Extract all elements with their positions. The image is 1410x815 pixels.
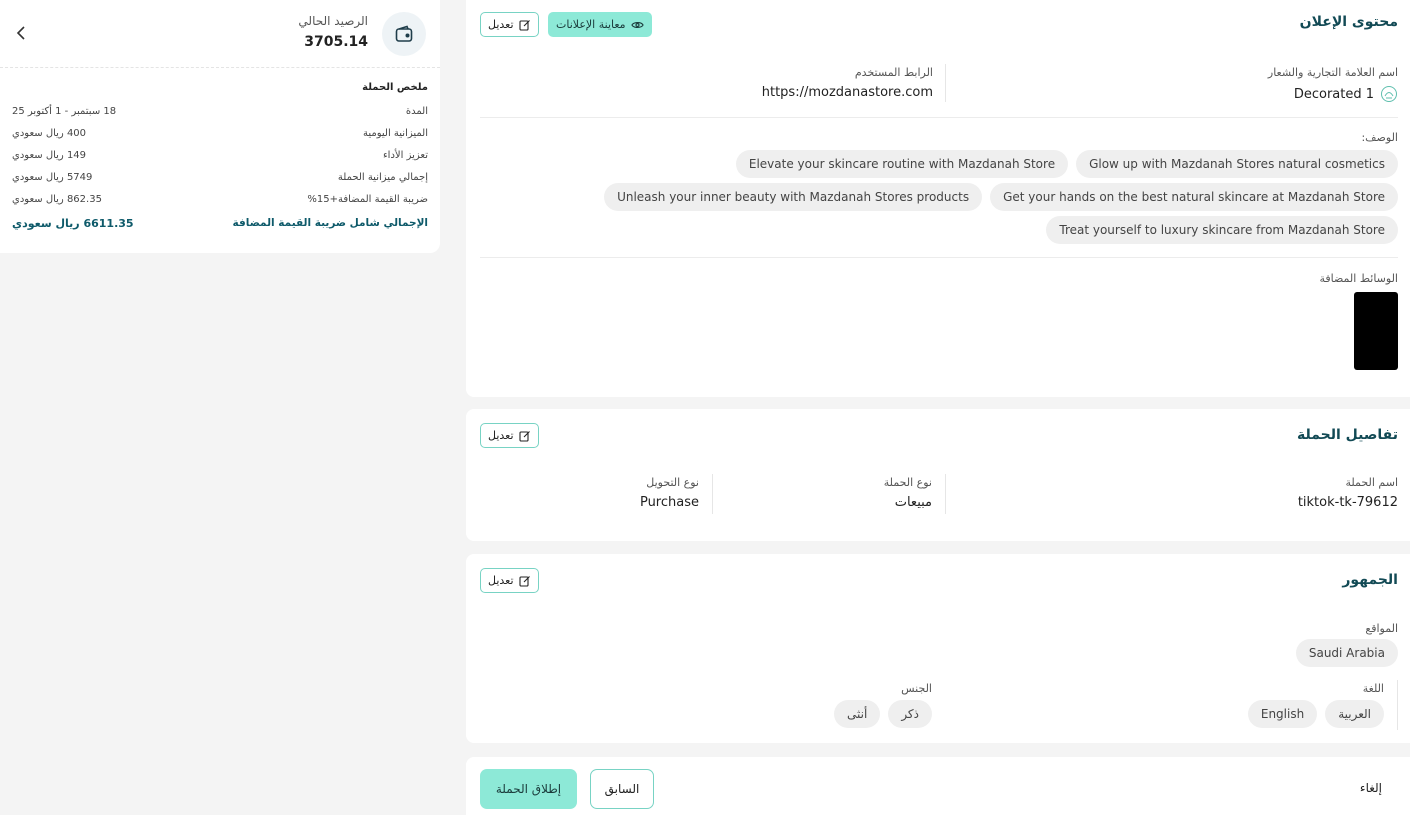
audience-title: الجمهور	[1342, 572, 1398, 588]
media-thumbnail[interactable]	[1354, 292, 1398, 370]
summary-row-value: 18 سبتمبر - 1 أكتوبر 25	[12, 105, 117, 117]
media-label: الوسائط المضافة	[1319, 272, 1398, 285]
description-chips-row: Glow up with Mazdanah Stores natural cos…	[735, 150, 1398, 178]
edit-audience-button[interactable]: تعديل	[480, 568, 539, 593]
language-chip: العربية	[1325, 700, 1384, 728]
eye-icon	[630, 21, 644, 28]
url-value: https://mozdanastore.com	[761, 85, 933, 100]
footer-actions: إلغاء السابق إطلاق الحملة	[466, 757, 1410, 815]
divider	[480, 257, 1398, 258]
divider	[1397, 680, 1398, 730]
gender-chip: أنثى	[834, 700, 881, 728]
campaign-type-label: نوع الحملة	[883, 476, 932, 489]
language-chips: العربية English	[1247, 700, 1384, 728]
summary-row: الميزانية اليومية 400 ريال سعودي	[12, 122, 428, 144]
divider	[945, 474, 946, 514]
gender-chips: ذكر أنثى	[834, 700, 932, 728]
summary-row: تعزيز الأداء 149 ريال سعودي	[12, 144, 428, 166]
description-chip: Get your hands on the best natural skinc…	[990, 183, 1398, 211]
brand-logo-icon	[1381, 86, 1397, 102]
summary-total: الإجمالي شامل ضريبة القيمة المضافة 6611.…	[12, 217, 428, 230]
summary-row: المدة 18 سبتمبر - 1 أكتوبر 25	[12, 100, 428, 122]
summary-row-label: المدة	[405, 105, 428, 117]
balance-row: الرصيد الحالي 3705.14	[0, 0, 440, 68]
conversion-type-field: نوع التحويل Purchase	[640, 476, 699, 510]
summary-row-label: إجمالي ميزانية الحملة	[337, 171, 428, 183]
description-chip: Elevate your skincare routine with Mazda…	[735, 150, 1069, 178]
brand-field: اسم العلامة التجارية والشعار Decorated 1	[1268, 66, 1398, 103]
edit-icon	[518, 19, 530, 31]
gender-chip: ذكر	[888, 700, 932, 728]
brand-label: اسم العلامة التجارية والشعار	[1267, 66, 1398, 79]
divider	[712, 474, 713, 514]
language-chip: English	[1247, 700, 1318, 728]
edit-icon	[518, 575, 530, 587]
summary-row-value: 862.35 ريال سعودي	[12, 193, 102, 205]
campaign-details-card: تفاصيل الحملة تعديل اسم الحملة tiktok-tk…	[466, 409, 1410, 541]
description-chip: Unleash your inner beauty with Mazdanah …	[604, 183, 983, 211]
description-chips-row: Treat yourself to luxury skincare from M…	[1046, 216, 1398, 244]
language-label: اللغة	[1362, 682, 1384, 695]
description-chip: Treat yourself to luxury skincare from M…	[1046, 216, 1398, 244]
chevron-left-icon[interactable]	[12, 24, 30, 42]
description-chip: Glow up with Mazdanah Stores natural cos…	[1076, 150, 1398, 178]
description-chips-row: Get your hands on the best natural skinc…	[604, 183, 1398, 211]
locations-chips: Saudi Arabia	[1295, 639, 1398, 667]
summary-row-value: 5749 ريال سعودي	[12, 171, 93, 183]
edit-label: تعديل	[488, 429, 514, 442]
summary-row-label: تعزيز الأداء	[382, 149, 428, 161]
campaign-type-value: مبيعات	[894, 495, 932, 510]
location-chip: Saudi Arabia	[1295, 639, 1398, 667]
summary-total-label: الإجمالي شامل ضريبة القيمة المضافة	[232, 217, 428, 229]
summary-row-label: ضريبة القيمة المضافة+15%	[307, 193, 428, 205]
summary-row: إجمالي ميزانية الحملة 5749 ريال سعودي	[12, 166, 428, 188]
edit-ad-content-button[interactable]: تعديل	[480, 12, 539, 37]
preview-ads-label: معاينة الإعلانات	[556, 18, 626, 31]
edit-campaign-details-button[interactable]: تعديل	[480, 423, 539, 448]
locations-label: المواقع	[1365, 622, 1398, 635]
edit-icon	[518, 430, 530, 442]
previous-button[interactable]: السابق	[590, 769, 654, 809]
balance-value: 3705.14	[304, 34, 368, 50]
brand-value: Decorated 1	[1293, 86, 1374, 102]
campaign-summary-panel: الرصيد الحالي 3705.14 ملخص الحملة المدة …	[0, 0, 440, 253]
campaign-name-value: tiktok-tk-79612	[1297, 495, 1398, 510]
campaign-name-label: اسم الحملة	[1345, 476, 1399, 489]
edit-label: تعديل	[488, 574, 514, 587]
summary-row-value: 149 ريال سعودي	[12, 149, 87, 161]
ad-content-card: محتوى الإعلان معاينة الإعلانات تعديل اسم…	[466, 0, 1410, 397]
summary-total-value: 6611.35 ريال سعودي	[12, 217, 134, 230]
summary-row-value: 400 ريال سعودي	[12, 127, 87, 139]
summary-title: ملخص الحملة	[362, 82, 428, 93]
url-field: الرابط المستخدم https://mozdanastore.com	[762, 66, 933, 100]
preview-ads-button[interactable]: معاينة الإعلانات	[548, 12, 652, 37]
summary-row: ضريبة القيمة المضافة+15% 862.35 ريال سعو…	[12, 188, 428, 210]
description-label: الوصف:	[1361, 131, 1398, 144]
balance-info: الرصيد الحالي 3705.14	[298, 14, 368, 50]
audience-card: الجمهور تعديل المواقع Saudi Arabia اللغة…	[466, 554, 1410, 743]
summary-row-label: الميزانية اليومية	[362, 127, 428, 139]
balance-label: الرصيد الحالي	[298, 14, 368, 28]
ad-content-title: محتوى الإعلان	[1299, 14, 1398, 30]
url-label: الرابط المستخدم	[854, 66, 933, 79]
launch-campaign-button[interactable]: إطلاق الحملة	[480, 769, 577, 809]
divider	[480, 117, 1398, 118]
conversion-type-label: نوع التحويل	[646, 476, 699, 489]
edit-label: تعديل	[488, 18, 514, 31]
divider	[945, 64, 946, 102]
conversion-type-value: Purchase	[639, 495, 699, 510]
campaign-name-field: اسم الحملة tiktok-tk-79612	[1298, 476, 1398, 510]
brand-value-row: Decorated 1	[1268, 85, 1398, 103]
wallet-icon	[382, 12, 426, 56]
gender-label: الجنس	[901, 682, 932, 695]
cancel-button[interactable]: إلغاء	[1360, 781, 1382, 795]
campaign-type-field: نوع الحملة مبيعات	[884, 476, 932, 510]
campaign-details-title: تفاصيل الحملة	[1297, 427, 1398, 443]
